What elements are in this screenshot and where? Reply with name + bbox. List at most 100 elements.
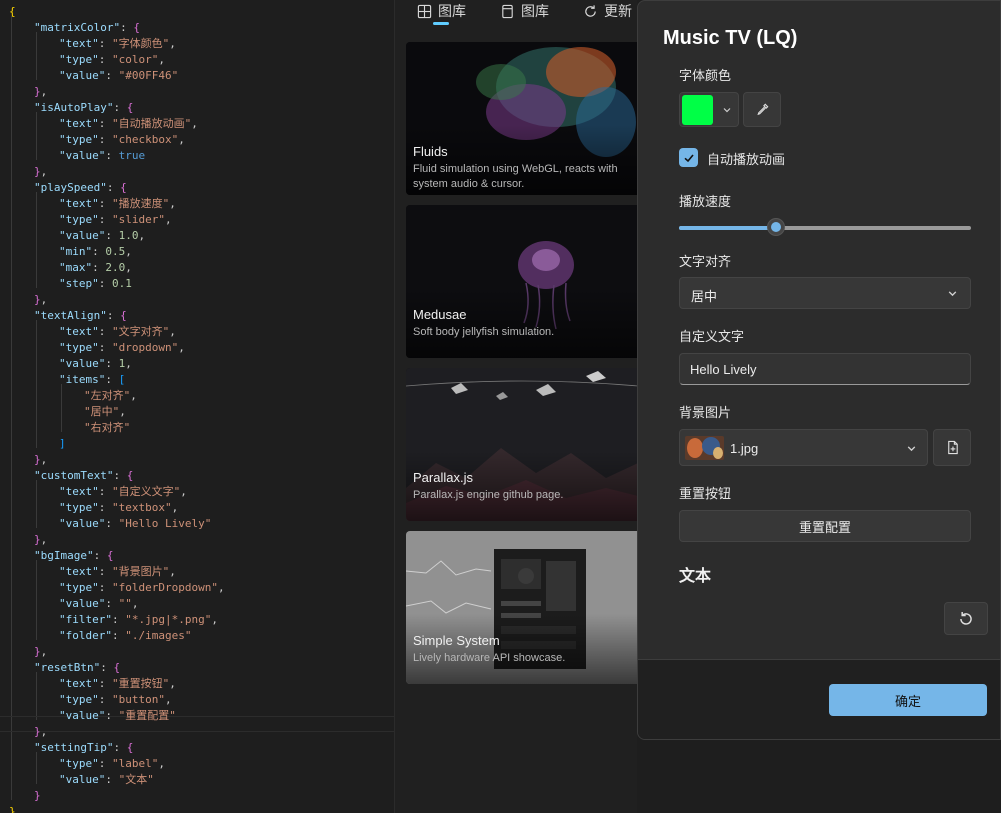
wallpaper-card-parallax[interactable]: Parallax.js Parallax.js engine github pa… [406, 368, 638, 521]
code-line: }, [34, 453, 48, 466]
code-line: "居中", [84, 405, 126, 418]
indent-guide [61, 384, 62, 432]
indent-guide [36, 560, 37, 640]
card-description: Soft body jellyfish simulation. [413, 326, 555, 338]
chevron-down-icon [723, 108, 731, 113]
card-description: Fluid simulation using WebGL, reacts wit… [413, 163, 618, 190]
code-line: "type": "color", [59, 53, 165, 66]
code-line: "type": "slider", [59, 213, 172, 226]
eyedropper-icon [756, 103, 768, 116]
code-line: "max": 2.0, [59, 261, 132, 274]
card-shade [406, 288, 638, 358]
code-editor[interactable]: {"matrixColor": {"text": "字体颜色", "type": … [0, 0, 394, 813]
open-file-button[interactable] [933, 429, 971, 466]
code-line: "text": "重置按钮", [59, 677, 176, 690]
code-line: "type": "textbox", [59, 501, 179, 514]
panel-footer: 确定 [638, 659, 1000, 739]
code-line: "customText": { [34, 469, 134, 482]
reset-label: 重置按钮 [679, 486, 732, 501]
code-line: "textAlign": { [34, 309, 127, 322]
code-line: "value": "重置配置" [59, 709, 176, 722]
indent-guide [36, 752, 37, 784]
chevron-down-icon [907, 446, 916, 452]
tab-label: 图库 [438, 3, 466, 19]
card-title: Fluids [413, 144, 448, 159]
custom-text-label: 自定义文字 [679, 329, 745, 344]
code-line: } [9, 805, 16, 813]
code-line: "filter": "*.jpg|*.png", [59, 613, 218, 626]
card-shade [406, 451, 638, 521]
color-picker-button[interactable] [679, 92, 739, 127]
checkmark-icon [683, 153, 694, 162]
tab-gallery[interactable]: 图库 [417, 0, 466, 22]
autoplay-label: 自动播放动画 [707, 152, 786, 167]
code-line: "min": 0.5, [59, 245, 132, 258]
wallpaper-card-simple-system[interactable]: Simple System Lively hardware API showca… [406, 531, 638, 684]
code-line: "value": "#00FF46" [59, 69, 179, 82]
code-line: "text": "自定义文字", [59, 485, 187, 498]
code-line: "type": "label", [59, 757, 165, 770]
eyedropper-button[interactable] [743, 92, 781, 127]
code-line: "左对齐", [84, 389, 137, 402]
indent-guide [36, 320, 37, 448]
code-line: "items": [ [59, 373, 126, 386]
code-line: "type": "folderDropdown", [59, 581, 225, 594]
card-title: Medusae [413, 307, 467, 322]
card-title: Simple System [413, 633, 500, 648]
reset-icon [960, 611, 972, 625]
wallpaper-card-fluids[interactable]: Fluids Fluid simulation using WebGL, rea… [406, 42, 638, 195]
tab-update[interactable]: 更新 [583, 0, 632, 22]
tab-label: 更新 [604, 3, 632, 19]
card-title: Parallax.js [413, 470, 473, 485]
file-add-icon [947, 440, 958, 455]
indent-guide [36, 192, 37, 288]
bg-image-value: 1.jpg [730, 441, 759, 456]
code-line: }, [34, 165, 48, 178]
code-line: "playSpeed": { [34, 181, 127, 194]
gallery-icon [417, 4, 432, 18]
bg-image-label: 背景图片 [679, 405, 732, 420]
indent-guide [36, 112, 37, 160]
wallpaper-card-medusae[interactable]: Medusae Soft body jellyfish simulation. [406, 205, 638, 358]
setting-tip-label: 文本 [679, 568, 712, 585]
code-line: "type": "button", [59, 693, 172, 706]
code-line: "folder": "./images" [59, 629, 192, 642]
indent-guide [36, 672, 37, 720]
autoplay-checkbox[interactable] [679, 148, 698, 167]
code-line: "text": "播放速度", [59, 197, 176, 210]
code-line: "matrixColor": { [34, 21, 140, 34]
code-line: "bgImage": { [34, 549, 114, 562]
speed-slider[interactable] [679, 218, 971, 236]
tab-wallpaper[interactable]: 图库 [500, 0, 549, 22]
indent-guide [36, 480, 37, 528]
code-line: "settingTip": { [34, 741, 134, 754]
ok-button[interactable]: 确定 [829, 684, 987, 716]
bg-image-dropdown[interactable]: 1.jpg [679, 429, 928, 466]
reset-config-button[interactable]: 重置配置 [679, 510, 971, 542]
code-line: "resetBtn": { [34, 661, 121, 674]
align-dropdown[interactable]: 居中 [679, 277, 971, 309]
align-value: 居中 [691, 289, 718, 304]
customize-panel: Music TV (LQ) 字体颜色 自动播放动画 播放速度 文字对齐 居中 自… [637, 0, 1001, 740]
code-line: }, [34, 725, 48, 738]
slider-thumb[interactable] [767, 218, 786, 236]
code-line: "value": 1.0, [59, 229, 146, 242]
speed-label: 播放速度 [679, 194, 732, 209]
align-label: 文字对齐 [679, 254, 732, 269]
restore-defaults-button[interactable] [944, 602, 988, 635]
code-line: { [9, 5, 16, 18]
code-line: "type": "checkbox", [59, 133, 185, 146]
color-label: 字体颜色 [679, 68, 732, 83]
code-line: "step": 0.1 [59, 277, 132, 290]
indent-guide [11, 16, 12, 800]
custom-text-input[interactable]: Hello Lively [679, 353, 971, 385]
chevron-down-icon [948, 291, 957, 297]
image-thumbnail [685, 436, 724, 460]
color-swatch [682, 95, 713, 125]
code-line: "右对齐" [84, 421, 131, 434]
slider-fill [679, 226, 777, 230]
code-line: } [34, 789, 41, 802]
card-description: Lively hardware API showcase. [413, 652, 566, 664]
gallery-pane: 图库 图库 更新 Fluids Fluid simulation using W… [394, 0, 638, 813]
code-line: "value": "", [59, 597, 139, 610]
